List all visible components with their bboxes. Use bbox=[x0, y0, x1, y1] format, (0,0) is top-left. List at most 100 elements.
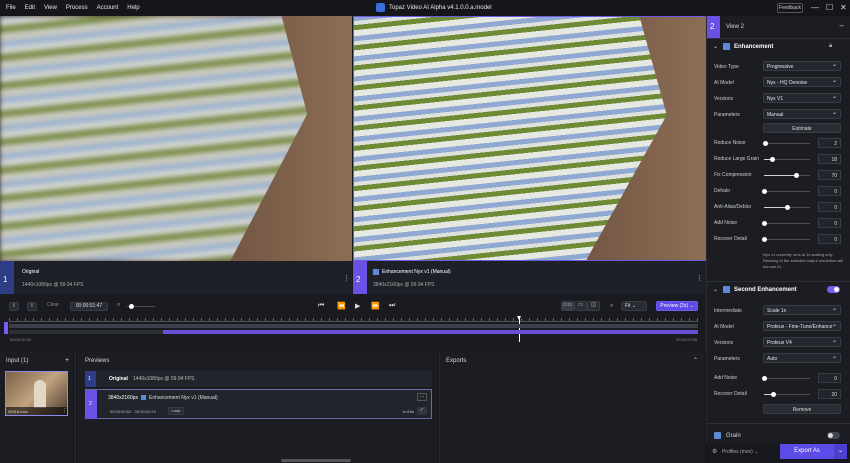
parameters-select[interactable]: Manual bbox=[763, 109, 841, 119]
menu-edit[interactable]: Edit bbox=[25, 5, 35, 11]
zoom-slider[interactable] bbox=[127, 304, 155, 309]
zoom-view-icon: ⌕ bbox=[610, 303, 614, 309]
view-1-original[interactable] bbox=[0, 16, 352, 261]
view-2-caption: 2 Enhancement Nyx v1 (Manual) 3840x2160p… bbox=[353, 261, 706, 294]
horizontal-scrollbar[interactable] bbox=[281, 459, 351, 462]
preview-row-enhanced[interactable]: 2 3840x2160px Enhancement Nyx v1 (Manual… bbox=[85, 389, 432, 419]
export-as-button[interactable]: Export As bbox=[780, 444, 834, 459]
export-options-icon[interactable]: ⌄ bbox=[834, 444, 847, 459]
slider-knob[interactable] bbox=[762, 189, 767, 194]
menu-file[interactable]: File bbox=[6, 5, 16, 11]
slider-track[interactable] bbox=[764, 157, 810, 162]
step-forward-icon[interactable]: ⏩ bbox=[371, 302, 380, 310]
second-enhancement-collapse-icon[interactable]: ⌄ bbox=[713, 286, 718, 293]
menu-process[interactable]: Process bbox=[66, 5, 88, 11]
view-side-by-side-icon[interactable]: ▭▭ bbox=[561, 301, 574, 311]
second-enhancement-toggle[interactable] bbox=[827, 286, 840, 293]
video-frame-enhanced bbox=[354, 17, 667, 260]
slider-value[interactable]: 0 bbox=[818, 218, 841, 228]
versions-2-select[interactable]: Proteus V4 bbox=[763, 337, 841, 347]
slider-knob[interactable] bbox=[785, 205, 790, 210]
clear-button[interactable]: Clear bbox=[43, 302, 63, 311]
slider-label: Add Noise bbox=[714, 220, 738, 226]
menu-bar: File Edit View Process Account Help bbox=[6, 5, 140, 11]
track-enhanced[interactable] bbox=[163, 330, 698, 334]
slider-track[interactable] bbox=[762, 189, 810, 194]
view-single-icon[interactable]: ▭ bbox=[574, 301, 587, 311]
slider-value[interactable]: 18 bbox=[818, 154, 841, 164]
intermediate-select[interactable]: Scale 1x bbox=[763, 305, 841, 315]
play-icon[interactable]: ▶ bbox=[355, 302, 360, 310]
view-split-icon[interactable]: ◫ bbox=[587, 301, 600, 311]
video-type-select[interactable]: Progressive bbox=[763, 61, 841, 71]
minimize-icon[interactable]: — bbox=[811, 3, 819, 13]
enhancement-title: Enhancement bbox=[734, 44, 774, 50]
input-filename: 00016.mov bbox=[6, 407, 67, 415]
slider-value[interactable]: 0 bbox=[818, 186, 841, 196]
add-input-icon[interactable]: + bbox=[65, 357, 69, 364]
menu-help[interactable]: Help bbox=[127, 5, 139, 11]
maximize-icon[interactable]: ☐ bbox=[826, 3, 833, 13]
preview-row-more-icon[interactable]: … bbox=[417, 393, 427, 401]
preview-row-1-info: 1440x1080px @ 59.94 FPS bbox=[133, 376, 195, 382]
timecode-field[interactable]: 00:00:01:47 bbox=[70, 302, 108, 311]
second-enhancement-icon bbox=[723, 286, 730, 293]
profiles-dropdown[interactable]: Profiles (mov) ⌄ bbox=[722, 449, 758, 455]
ai-model-2-label: AI Model bbox=[714, 324, 734, 330]
zoom-slider-knob[interactable] bbox=[129, 304, 134, 309]
parameters-2-label: Parameters bbox=[714, 356, 740, 362]
slider-knob[interactable] bbox=[762, 141, 768, 146]
parameters-2-select[interactable]: Auto bbox=[763, 353, 841, 363]
slider-track[interactable] bbox=[764, 205, 810, 210]
slider-value[interactable]: 70 bbox=[818, 170, 841, 180]
grain-toggle[interactable] bbox=[827, 432, 840, 439]
close-icon[interactable]: ✕ bbox=[840, 3, 847, 13]
preview-button[interactable]: Preview (2x) ⌄ bbox=[656, 301, 698, 311]
enhancement-collapse-icon[interactable]: ⌄ bbox=[713, 43, 718, 50]
skip-end-icon[interactable]: ⏭ bbox=[389, 302, 395, 310]
slider-value[interactable]: 20 bbox=[818, 389, 841, 399]
slider-track[interactable] bbox=[762, 141, 810, 146]
gear-icon[interactable]: ⚙ bbox=[712, 448, 717, 455]
slider-value[interactable]: 0 bbox=[818, 234, 841, 244]
view-2-enhanced[interactable] bbox=[353, 16, 706, 261]
slider-knob[interactable] bbox=[762, 376, 767, 381]
feedback-button[interactable]: Feedback bbox=[777, 3, 803, 13]
mark-in-button[interactable]: I bbox=[9, 302, 19, 311]
remove-button[interactable]: Remove bbox=[763, 404, 841, 414]
preview-row-original[interactable]: 1 Original 1440x1080px @ 59.94 FPS bbox=[85, 371, 432, 387]
track-original[interactable] bbox=[9, 324, 698, 328]
versions-select[interactable]: Nyx V1 bbox=[763, 93, 841, 103]
loop-button[interactable]: Loop bbox=[168, 407, 184, 415]
skip-start-icon[interactable]: ⏮ bbox=[318, 302, 324, 310]
fit-dropdown[interactable]: Fit ⌄ bbox=[621, 301, 647, 311]
slider-value[interactable]: 2 bbox=[818, 138, 841, 148]
menu-view[interactable]: View bbox=[44, 5, 57, 11]
slider-track[interactable] bbox=[762, 221, 810, 226]
menu-account[interactable]: Account bbox=[97, 5, 119, 11]
slider-value[interactable]: 0 bbox=[818, 202, 841, 212]
expand-arrows-icon[interactable]: ↔ bbox=[838, 22, 845, 29]
slider-label: Reduce Noise bbox=[714, 140, 746, 146]
ai-model-select[interactable]: Nyx - HQ Denoise bbox=[763, 77, 841, 87]
estimate-button[interactable]: Estimate bbox=[763, 123, 841, 133]
ai-model-2-select[interactable]: Proteus - Fine-Tune/Enhance bbox=[763, 321, 841, 331]
slider-track[interactable] bbox=[762, 376, 810, 381]
slider-track[interactable] bbox=[764, 392, 810, 397]
slider-value[interactable]: 0 bbox=[818, 373, 841, 383]
check-icon[interactable]: ✓ bbox=[417, 407, 427, 415]
input-thumbnail[interactable]: 00016.mov ⋮ bbox=[5, 371, 68, 416]
lock-icon[interactable]: 🔒︎ bbox=[829, 43, 832, 50]
exports-collapse-icon[interactable]: ⌃ bbox=[693, 357, 698, 364]
input-more-icon[interactable]: ⋮ bbox=[62, 408, 67, 414]
slider-track[interactable] bbox=[762, 237, 810, 242]
slider-knob[interactable] bbox=[762, 237, 767, 242]
view-1-more-icon[interactable]: ⋮ bbox=[343, 274, 350, 282]
view-2-more-icon[interactable]: ⋮ bbox=[696, 274, 703, 282]
step-back-icon[interactable]: ⏪ bbox=[337, 302, 346, 310]
timeline-ruler[interactable] bbox=[9, 318, 698, 322]
mark-out-button[interactable]: I bbox=[27, 302, 37, 311]
exports-panel: Exports ⌃ bbox=[439, 352, 705, 463]
slider-track[interactable] bbox=[764, 173, 810, 178]
slider-knob[interactable] bbox=[762, 221, 767, 226]
